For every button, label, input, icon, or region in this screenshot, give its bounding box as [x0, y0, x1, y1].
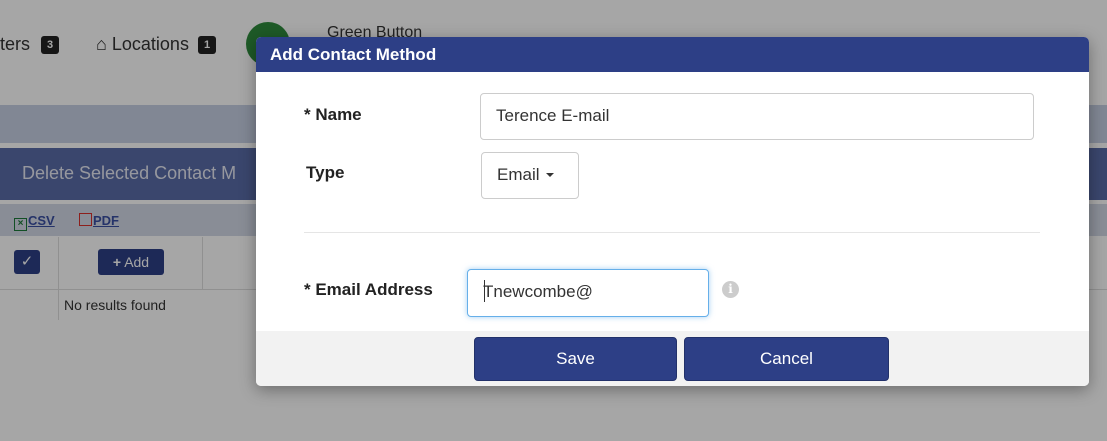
text-cursor: [484, 280, 485, 302]
name-field-label: * Name: [304, 105, 362, 124]
add-contact-method-dialog: Add Contact Method * Name Terence E-mail…: [256, 37, 1089, 386]
email-input[interactable]: Tnewcombe@: [467, 269, 709, 317]
dialog-header: Add Contact Method: [256, 37, 1089, 72]
email-field-label: * Email Address: [304, 280, 433, 299]
save-button[interactable]: Save: [474, 337, 677, 381]
type-dropdown-value: Email: [497, 165, 554, 185]
dialog-title: Add Contact Method: [270, 45, 437, 64]
type-field-label: Type: [306, 163, 345, 182]
name-input-value: Terence E-mail: [496, 106, 610, 125]
email-input-value: Tnewcombe@: [483, 282, 593, 301]
dialog-footer: Save Cancel: [256, 331, 1089, 386]
type-dropdown[interactable]: Email: [481, 152, 579, 199]
form-divider: [304, 232, 1040, 233]
name-input[interactable]: Terence E-mail: [480, 93, 1034, 140]
info-icon[interactable]: i: [722, 281, 739, 298]
caret-down-icon: [545, 173, 554, 177]
cancel-button[interactable]: Cancel: [684, 337, 889, 381]
